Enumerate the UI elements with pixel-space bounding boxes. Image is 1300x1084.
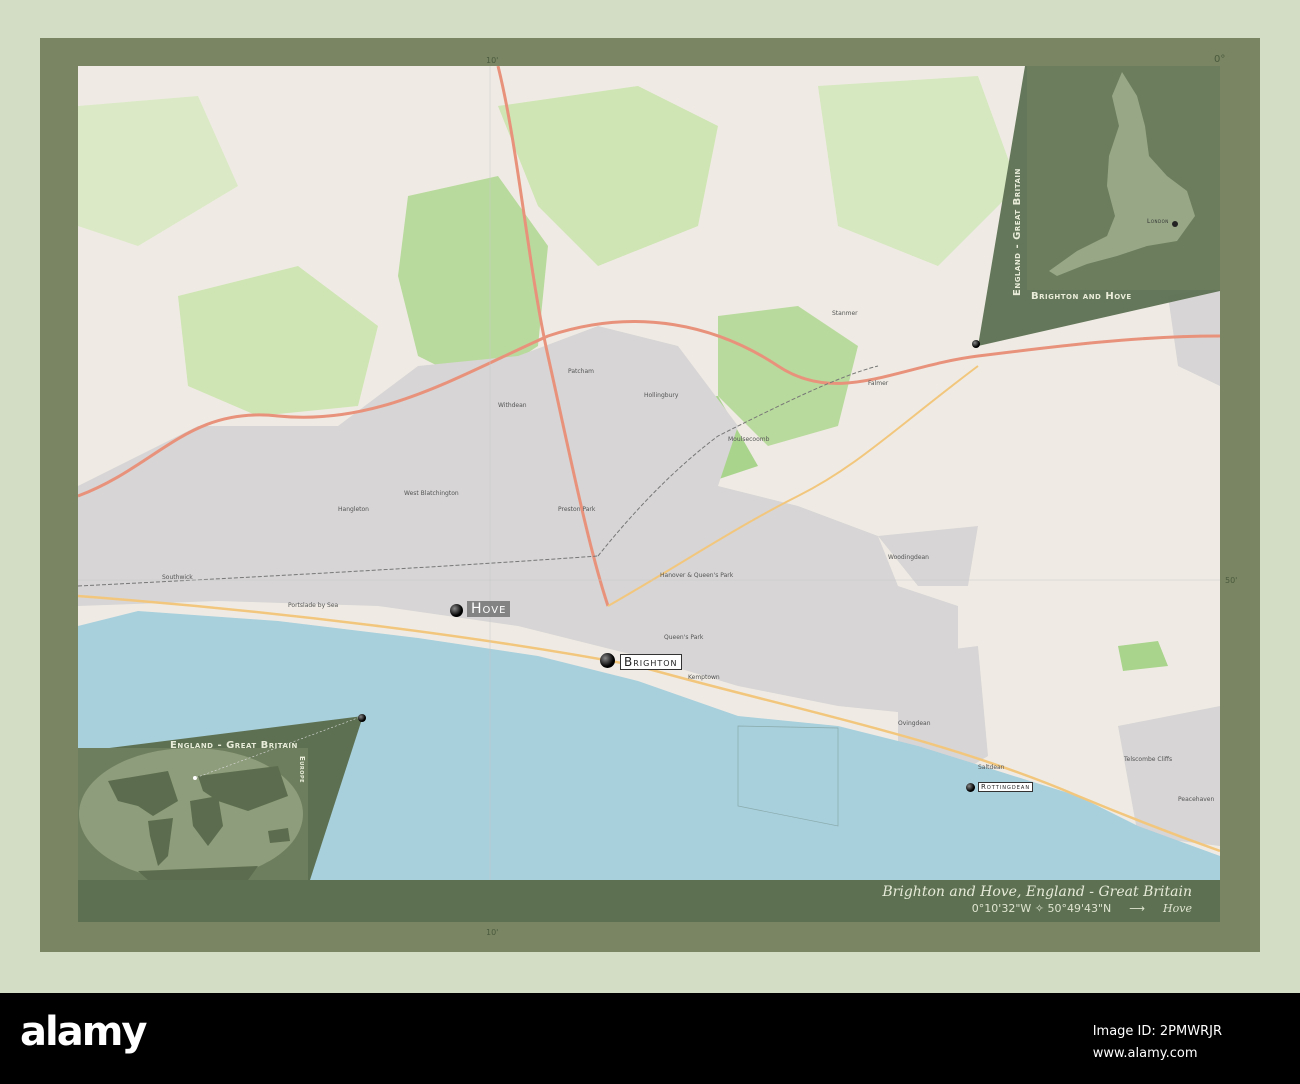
green-area bbox=[178, 266, 378, 416]
brighton-marker-icon[interactable] bbox=[600, 653, 615, 668]
caption-band: Brighton and Hove, England - Great Brita… bbox=[78, 880, 1220, 922]
hove-marker-icon[interactable] bbox=[450, 604, 463, 617]
caption-title: Brighton and Hove, England - Great Brita… bbox=[882, 884, 1192, 900]
tick-label: 10' bbox=[486, 928, 499, 937]
country-inset-bottom-label: Brighton and Hove bbox=[1031, 291, 1132, 302]
caption-coordinates: 0°10'32"W ✧ 50°49'43"N bbox=[971, 902, 1112, 915]
place-label: Withdean bbox=[498, 402, 527, 409]
rottingdean-marker-icon[interactable] bbox=[966, 783, 975, 792]
england-outline bbox=[1049, 72, 1195, 276]
place-label: Kemptown bbox=[688, 674, 720, 681]
world-inset-title: England - Great Britain bbox=[170, 740, 298, 751]
green-area bbox=[1118, 641, 1168, 671]
place-label: Ovingdean bbox=[898, 720, 931, 727]
place-label: Saltdean bbox=[978, 764, 1005, 771]
caption-nearest-place: Hove bbox=[1163, 902, 1192, 915]
arrow-right-icon: ⟶ bbox=[1129, 902, 1146, 915]
alamy-logo: alamy bbox=[20, 1009, 147, 1055]
country-inset-side-label: England - Great Britain bbox=[1012, 168, 1023, 296]
image-id: Image ID: 2PMWRJR bbox=[1092, 1024, 1222, 1039]
place-label: Hangleton bbox=[338, 506, 369, 513]
place-label: Preston Park bbox=[558, 506, 596, 513]
place-label: Telscombe Cliffs bbox=[1124, 756, 1173, 763]
world-inset-europe-label: Europe bbox=[298, 756, 306, 784]
place-label: Moulsecoomb bbox=[728, 436, 770, 443]
place-label: Woodingdean bbox=[888, 554, 929, 561]
city-label-rottingdean[interactable]: Rottingdean bbox=[978, 782, 1034, 792]
place-label: Southwick bbox=[162, 574, 193, 581]
world-pointer-icon bbox=[358, 714, 366, 722]
watermark-info: Image ID: 2PMWRJR www.alamy.com bbox=[1093, 1021, 1222, 1065]
place-label: Hollingbury bbox=[644, 392, 679, 399]
tick-label: 0° bbox=[1214, 54, 1226, 65]
place-label: Hanover & Queen's Park bbox=[660, 572, 734, 579]
watermark-bar: alamy Image ID: 2PMWRJR www.alamy.com bbox=[0, 993, 1300, 1084]
country-pointer-icon bbox=[972, 340, 980, 348]
country-inset: London bbox=[1027, 66, 1220, 290]
world-inset bbox=[78, 715, 364, 880]
capital-label-london: London bbox=[1147, 218, 1169, 225]
place-label: Falmer bbox=[868, 380, 889, 387]
place-label: West Blatchington bbox=[404, 490, 459, 497]
place-label: Stanmer bbox=[832, 310, 858, 317]
watermark-url[interactable]: www.alamy.com bbox=[1093, 1043, 1222, 1065]
place-label: Portslade by Sea bbox=[288, 602, 339, 609]
caption-coords-row: 0°10'32"W ✧ 50°49'43"N ⟶ Hove bbox=[972, 902, 1192, 915]
tick-label: 50' bbox=[1225, 576, 1238, 585]
place-label: Peacehaven bbox=[1178, 796, 1215, 803]
green-area bbox=[78, 96, 238, 246]
city-label-brighton[interactable]: Brighton bbox=[620, 654, 682, 670]
place-label: Patcham bbox=[568, 368, 595, 375]
place-label: Queen's Park bbox=[664, 634, 704, 641]
tick-label: 10' bbox=[486, 56, 499, 65]
city-label-hove[interactable]: Hove bbox=[467, 601, 511, 617]
